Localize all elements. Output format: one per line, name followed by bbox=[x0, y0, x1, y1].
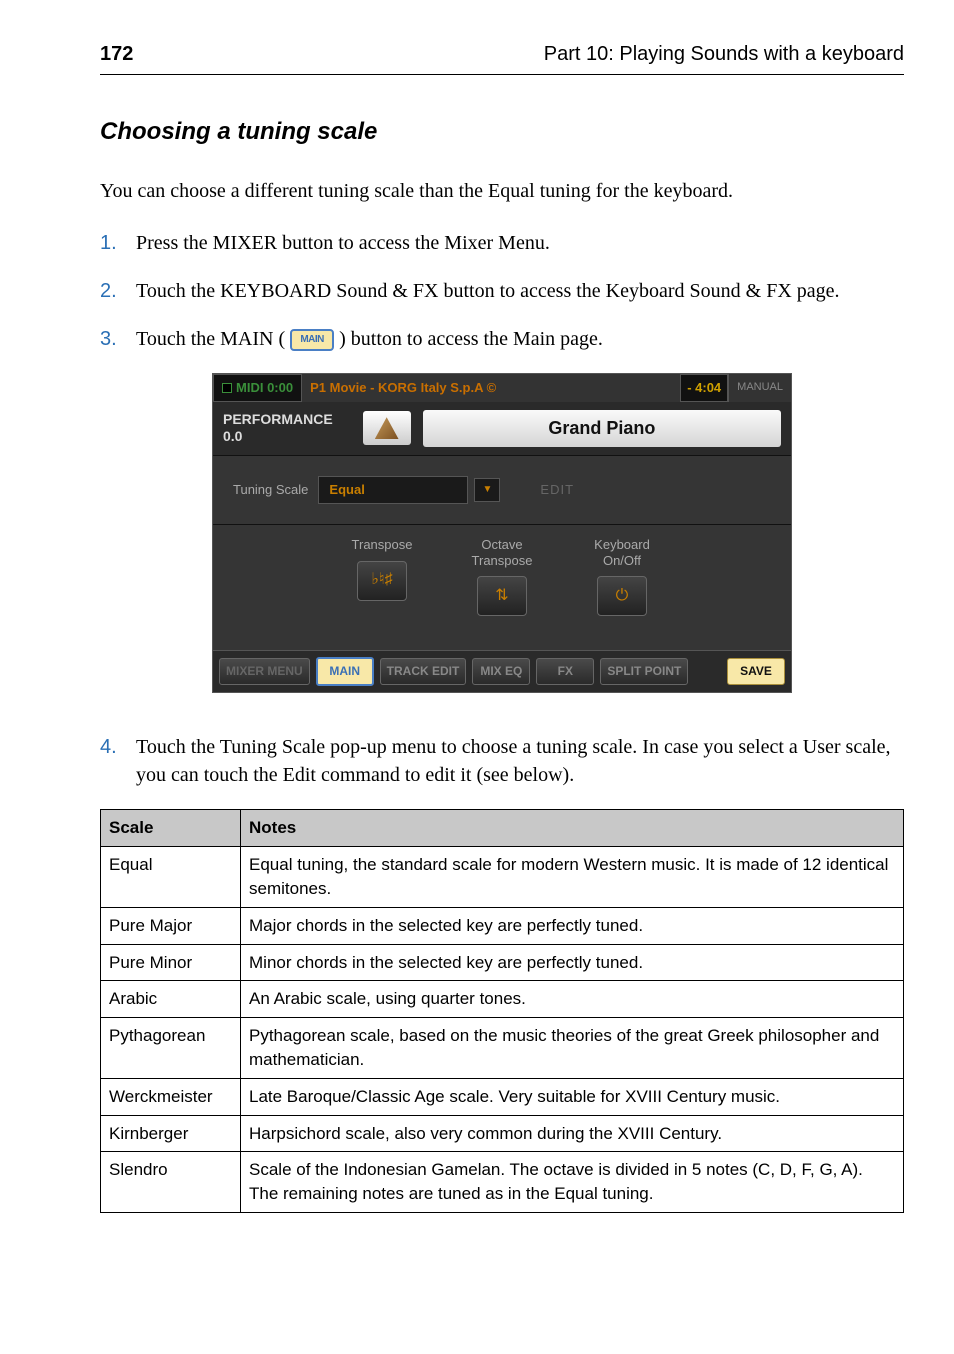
step-list: 1. Press the MIXER button to access the … bbox=[100, 229, 904, 353]
cell-scale: Pure Minor bbox=[101, 944, 241, 981]
table-row: WerckmeisterLate Baroque/Classic Age sca… bbox=[101, 1078, 904, 1115]
cell-scale: Arabic bbox=[101, 981, 241, 1018]
transpose-column: Transpose ♭♮♯ bbox=[337, 537, 427, 616]
tuning-edit-button[interactable]: EDIT bbox=[540, 481, 574, 499]
tab-main[interactable]: MAIN bbox=[316, 657, 374, 686]
cell-scale: Pure Major bbox=[101, 907, 241, 944]
step-text-pre: Touch the MAIN ( bbox=[136, 328, 285, 350]
cell-notes: Equal tuning, the standard scale for mod… bbox=[241, 847, 904, 908]
tab-label: FX bbox=[558, 664, 573, 678]
cell-notes: Harpsichord scale, also very common duri… bbox=[241, 1115, 904, 1152]
title-prefix: P1 Movie - KORG Italy S.p.A © bbox=[310, 379, 496, 397]
sound-icon[interactable] bbox=[363, 411, 411, 445]
step-text: Touch the Tuning Scale pop-up menu to ch… bbox=[136, 733, 904, 789]
page-header: 172 Part 10: Playing Sounds with a keybo… bbox=[100, 40, 904, 75]
step-number: 1. bbox=[100, 229, 136, 257]
table-header-row: Scale Notes bbox=[101, 810, 904, 847]
save-button[interactable]: SAVE bbox=[727, 658, 785, 685]
midi-status[interactable]: MIDI 0:00 bbox=[213, 374, 302, 402]
header-notes: Notes bbox=[241, 810, 904, 847]
cell-notes: Major chords in the selected key are per… bbox=[241, 907, 904, 944]
octave-transpose-button[interactable]: ⇅ bbox=[477, 576, 527, 616]
tab-label: TRACK EDIT bbox=[387, 664, 460, 678]
song-title[interactable]: P1 Movie - KORG Italy S.p.A © bbox=[302, 374, 680, 402]
tab-track-edit[interactable]: TRACK EDIT bbox=[380, 658, 467, 685]
step-text: Touch the MAIN ( MAIN ) button to access… bbox=[136, 325, 904, 353]
step-list-continued: 4. Touch the Tuning Scale pop-up menu to… bbox=[100, 733, 904, 789]
section-heading: Choosing a tuning scale bbox=[100, 115, 904, 149]
manual-mode[interactable]: MANUAL bbox=[728, 374, 791, 402]
tuning-scale-label: Tuning Scale bbox=[233, 481, 308, 499]
bottom-tab-bar: MIXER MENU MAIN TRACK EDIT MIX EQ FX SPL… bbox=[213, 650, 791, 692]
cell-notes: An Arabic scale, using quarter tones. bbox=[241, 981, 904, 1018]
keyboard-onoff-button[interactable]: ⏻ bbox=[597, 576, 647, 616]
ui-spacer bbox=[213, 620, 791, 650]
midi-label: MIDI bbox=[236, 379, 263, 397]
cell-scale: Kirnberger bbox=[101, 1115, 241, 1152]
performance-bar: PERFORMANCE 0.0 Grand Piano bbox=[213, 402, 791, 456]
cell-scale: Pythagorean bbox=[101, 1018, 241, 1079]
transpose-row: Transpose ♭♮♯ Octave Transpose ⇅ Keyboar… bbox=[213, 525, 791, 620]
step-number: 3. bbox=[100, 325, 136, 353]
tuning-scale-table: Scale Notes EqualEqual tuning, the stand… bbox=[100, 809, 904, 1213]
header-scale: Scale bbox=[101, 810, 241, 847]
transpose-button[interactable]: ♭♮♯ bbox=[357, 561, 407, 601]
step-text: Touch the KEYBOARD Sound & FX button to … bbox=[136, 277, 904, 305]
cell-notes: Late Baroque/Classic Age scale. Very sui… bbox=[241, 1078, 904, 1115]
tuning-scale-dropdown[interactable] bbox=[474, 478, 500, 502]
transpose-label: Transpose bbox=[337, 537, 427, 553]
cell-notes: Scale of the Indonesian Gamelan. The oct… bbox=[241, 1152, 904, 1213]
step-2: 2. Touch the KEYBOARD Sound & FX button … bbox=[100, 277, 904, 305]
tuning-scale-value[interactable]: Equal bbox=[318, 476, 468, 504]
tab-mixer-menu[interactable]: MIXER MENU bbox=[219, 658, 310, 685]
keyboard-onoff-label: Keyboard On/Off bbox=[577, 537, 667, 568]
performance-label-text: PERFORMANCE bbox=[223, 411, 333, 427]
tab-label: MIXER MENU bbox=[226, 664, 303, 678]
ui-screenshot: MIDI 0:00 P1 Movie - KORG Italy S.p.A © … bbox=[212, 373, 792, 694]
step-3: 3. Touch the MAIN ( MAIN ) button to acc… bbox=[100, 325, 904, 353]
main-icon: MAIN bbox=[290, 329, 334, 351]
table-row: Pure MajorMajor chords in the selected k… bbox=[101, 907, 904, 944]
tab-label: MAIN bbox=[329, 664, 360, 678]
midi-record-indicator bbox=[222, 383, 232, 393]
cell-notes: Pythagorean scale, based on the music th… bbox=[241, 1018, 904, 1079]
step-4: 4. Touch the Tuning Scale pop-up menu to… bbox=[100, 733, 904, 789]
tab-label: SAVE bbox=[740, 664, 772, 678]
ui-top-bar: MIDI 0:00 P1 Movie - KORG Italy S.p.A © … bbox=[213, 374, 791, 402]
octave-transpose-label: Octave Transpose bbox=[457, 537, 547, 568]
tab-mix-eq[interactable]: MIX EQ bbox=[472, 658, 530, 685]
step-text: Press the MIXER button to access the Mix… bbox=[136, 229, 904, 257]
tab-split-point[interactable]: SPLIT POINT bbox=[600, 658, 688, 685]
remaining-time: - 4:04 bbox=[680, 374, 728, 402]
table-row: EqualEqual tuning, the standard scale fo… bbox=[101, 847, 904, 908]
table-row: KirnbergerHarpsichord scale, also very c… bbox=[101, 1115, 904, 1152]
part-title: Part 10: Playing Sounds with a keyboard bbox=[544, 40, 904, 68]
step-text-post: ) button to access the Main page. bbox=[339, 328, 603, 350]
tab-fx[interactable]: FX bbox=[536, 658, 594, 685]
performance-value: 0.0 bbox=[223, 428, 242, 444]
performance-label: PERFORMANCE 0.0 bbox=[223, 411, 333, 445]
step-number: 2. bbox=[100, 277, 136, 305]
octave-transpose-column: Octave Transpose ⇅ bbox=[457, 537, 547, 616]
table-row: PythagoreanPythagorean scale, based on t… bbox=[101, 1018, 904, 1079]
sound-name[interactable]: Grand Piano bbox=[423, 410, 781, 447]
intro-paragraph: You can choose a different tuning scale … bbox=[100, 177, 904, 205]
midi-time: 0:00 bbox=[267, 379, 293, 397]
cell-scale: Equal bbox=[101, 847, 241, 908]
tab-label: SPLIT POINT bbox=[607, 664, 681, 678]
cell-scale: Slendro bbox=[101, 1152, 241, 1213]
table-row: SlendroScale of the Indonesian Gamelan. … bbox=[101, 1152, 904, 1213]
tuning-scale-row: Tuning Scale Equal EDIT bbox=[213, 456, 791, 525]
table-row: Pure MinorMinor chords in the selected k… bbox=[101, 944, 904, 981]
page-number: 172 bbox=[100, 40, 133, 68]
table-row: ArabicAn Arabic scale, using quarter ton… bbox=[101, 981, 904, 1018]
tab-label: MIX EQ bbox=[480, 664, 522, 678]
step-1: 1. Press the MIXER button to access the … bbox=[100, 229, 904, 257]
step-number: 4. bbox=[100, 733, 136, 789]
keyboard-onoff-column: Keyboard On/Off ⏻ bbox=[577, 537, 667, 616]
cell-notes: Minor chords in the selected key are per… bbox=[241, 944, 904, 981]
cell-scale: Werckmeister bbox=[101, 1078, 241, 1115]
